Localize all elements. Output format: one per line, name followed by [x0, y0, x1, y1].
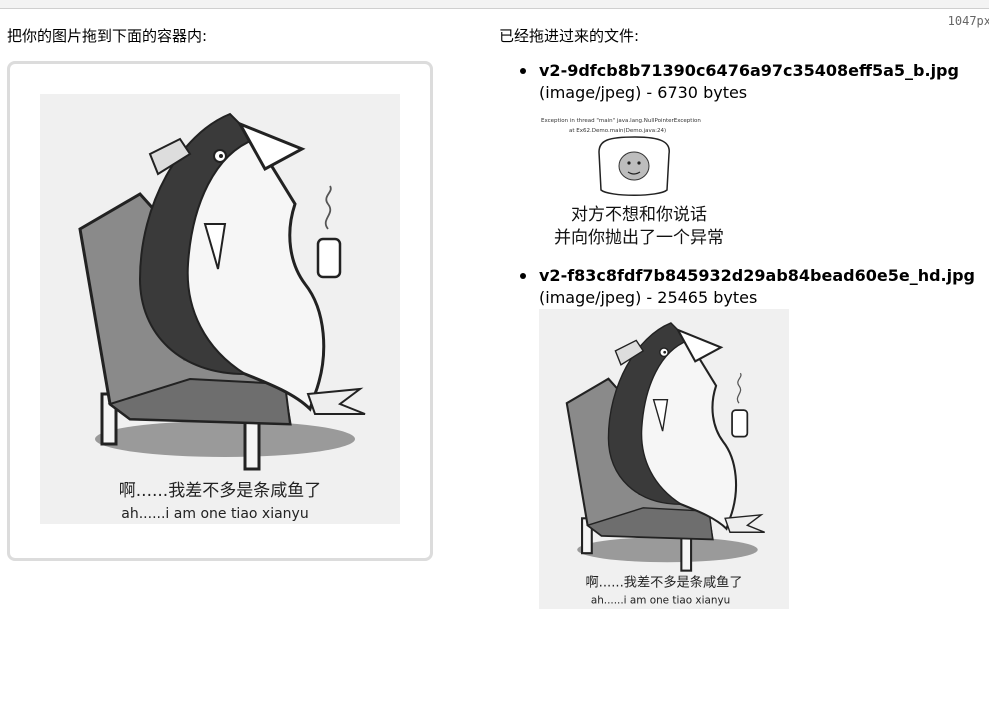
salted-fish-image: 啊......我差不多是条咸鱼了 ah......i am one tiao x…	[40, 94, 400, 524]
image-caption-cn: 啊......我差不多是条咸鱼了	[119, 481, 321, 501]
file-meta: (image/jpeg) - 6730 bytes	[539, 83, 748, 102]
thumb-code-line1: Exception in thread "main" java.lang.Nul…	[541, 118, 701, 124]
browser-top-edge	[0, 0, 989, 9]
image-drop-zone[interactable]: 啊......我差不多是条咸鱼了 ah......i am one tiao x…	[7, 61, 433, 561]
thumb-caption-en: ah......i am one tiao xianyu	[591, 594, 730, 606]
file-name: v2-f83c8fdf7b845932d29ab84bead60e5e_hd.j…	[539, 266, 976, 285]
file-name: v2-9dfcb8b71390c6476a97c35408eff5a5_b.jp…	[539, 61, 959, 80]
thumb-caption-cn: 啊......我差不多是条咸鱼了	[585, 574, 742, 591]
thumb-text-line1: 对方不想和你说话	[571, 205, 707, 225]
thumb-text-line2: 并向你抛出了一个异常	[554, 228, 724, 248]
drop-instruction-label: 把你的图片拖到下面的容器内:	[7, 27, 208, 45]
file-list-item: v2-f83c8fdf7b845932d29ab84bead60e5e_hd.j…	[520, 265, 980, 609]
bullet-icon	[520, 68, 526, 74]
thumb-code-line2: at Ex62.Demo.main(Demo.java:24)	[569, 128, 666, 134]
salted-fish-thumbnail: 啊......我差不多是条咸鱼了 ah......i am one tiao x…	[539, 309, 789, 609]
file-meta: (image/jpeg) - 25465 bytes	[539, 288, 758, 307]
file-list-item: v2-9dfcb8b71390c6476a97c35408eff5a5_b.jp…	[520, 60, 980, 252]
bullet-icon	[520, 273, 526, 279]
image-caption-en: ah......i am one tiao xianyu	[121, 506, 308, 522]
exception-meme-thumbnail: Exception in thread "main" java.lang.Nul…	[539, 112, 739, 252]
viewport-width-readout: 1047px	[947, 14, 989, 28]
dropped-file-list: v2-9dfcb8b71390c6476a97c35408eff5a5_b.jp…	[520, 60, 980, 609]
dropped-files-label: 已经拖进过来的文件:	[499, 27, 640, 45]
